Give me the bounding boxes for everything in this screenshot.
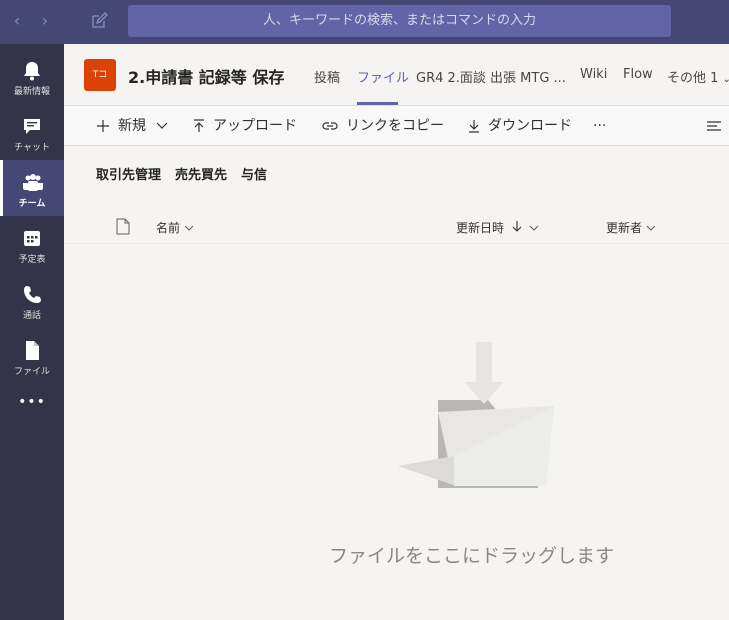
back-arrow-icon[interactable]: ‹ [8, 12, 26, 30]
new-button[interactable]: 新規 [96, 106, 168, 146]
search-input[interactable]: 人、キーワードの検索、またはコマンドの入力 [128, 5, 671, 37]
rail-item-label: 通話 [22, 311, 41, 321]
rail-item-label: チーム [18, 199, 46, 209]
tab-wiki[interactable]: Wiki [580, 67, 607, 82]
tab-gr4-meeting[interactable]: GR4 2.面談 出張 MTG ... [416, 67, 566, 86]
active-tab-indicator [357, 102, 398, 105]
app-rail: 最新情報 チャット チーム 予定表 通話 ファイル ••• [0, 44, 64, 620]
rail-item-calls[interactable]: 通話 [0, 272, 64, 328]
column-modified-by[interactable]: 更新者 [606, 219, 656, 236]
column-modified-by-label: 更新者 [606, 221, 643, 235]
tab-more-label: その他 1 [667, 71, 719, 86]
new-button-label: 新規 [118, 118, 146, 134]
compose-icon[interactable] [88, 10, 110, 32]
download-button-label: ダウンロード [488, 118, 572, 134]
files-toolbar: 新規 アップロード リンクをコピー ダウンロード ··· [64, 106, 729, 146]
view-options-button[interactable] [706, 106, 722, 146]
tab-flow[interactable]: Flow [623, 67, 653, 82]
rail-item-label: ファイル [13, 367, 50, 377]
rail-item-files[interactable]: ファイル [0, 328, 64, 384]
channel-header: Tコ 2.申請書 記録等 保存 投稿 ファイル GR4 2.面談 出張 MTG … [64, 44, 729, 106]
copy-link-button[interactable]: リンクをコピー [322, 106, 444, 146]
download-button[interactable]: ダウンロード [468, 106, 572, 146]
rail-item-label: チャット [14, 143, 50, 153]
chat-icon [24, 119, 40, 134]
breadcrumb: 取引先管理 売先買先 与信 [96, 164, 281, 183]
team-avatar[interactable]: Tコ [84, 59, 116, 91]
bell-icon [24, 62, 40, 81]
tab-more[interactable]: その他 1 ⌄ [667, 67, 729, 86]
breadcrumb-item[interactable]: 売先買先 [175, 168, 227, 183]
chevron-down-icon [157, 122, 168, 129]
column-name[interactable]: 名前 [156, 219, 194, 236]
upload-button[interactable]: アップロード [193, 106, 297, 146]
more-actions-button[interactable]: ··· [593, 106, 606, 146]
calendar-icon [24, 231, 40, 246]
download-icon [469, 120, 479, 133]
more-icon: ••• [18, 394, 46, 410]
upload-button-label: アップロード [213, 118, 297, 134]
teams-icon [23, 174, 43, 191]
column-modified[interactable]: 更新日時 [456, 219, 539, 236]
copy-link-button-label: リンクをコピー [346, 118, 444, 134]
file-list-header: 名前 更新日時 更新者 [64, 208, 729, 244]
chevron-down-icon: ⌄ [722, 74, 729, 85]
upload-icon [194, 119, 204, 132]
tab-posts[interactable]: 投稿 [314, 67, 340, 86]
breadcrumb-item[interactable]: 与信 [241, 168, 267, 183]
empty-folder-drop-icon [398, 342, 554, 488]
title-bar: ‹ › 人、キーワードの検索、またはコマンドの入力 [0, 0, 729, 44]
chevron-down-icon [646, 225, 656, 231]
rail-item-label: 予定表 [18, 255, 46, 265]
column-modified-label: 更新日時 [456, 221, 505, 235]
rail-more-button[interactable]: ••• [0, 384, 64, 424]
breadcrumb-item[interactable]: 取引先管理 [96, 168, 161, 183]
tab-files[interactable]: ファイル [357, 67, 409, 86]
list-view-icon [707, 121, 721, 131]
empty-state-text: ファイルをここにドラッグします [329, 545, 615, 567]
chevron-down-icon [184, 225, 194, 231]
column-name-label: 名前 [156, 221, 181, 235]
file-icon [26, 341, 39, 360]
channel-title: 2.申請書 記録等 保存 [128, 68, 285, 87]
chevron-down-icon [529, 225, 539, 231]
file-type-icon [116, 218, 130, 235]
link-icon [322, 122, 338, 130]
rail-item-teams[interactable]: チーム [0, 160, 64, 216]
rail-item-label: 最新情報 [13, 87, 50, 97]
plus-icon [97, 120, 109, 132]
rail-item-activity[interactable]: 最新情報 [0, 48, 64, 104]
rail-item-chat[interactable]: チャット [0, 104, 64, 160]
phone-icon [24, 286, 41, 303]
forward-arrow-icon[interactable]: › [36, 12, 54, 30]
sort-down-arrow-icon [512, 221, 522, 232]
rail-item-calendar[interactable]: 予定表 [0, 216, 64, 272]
